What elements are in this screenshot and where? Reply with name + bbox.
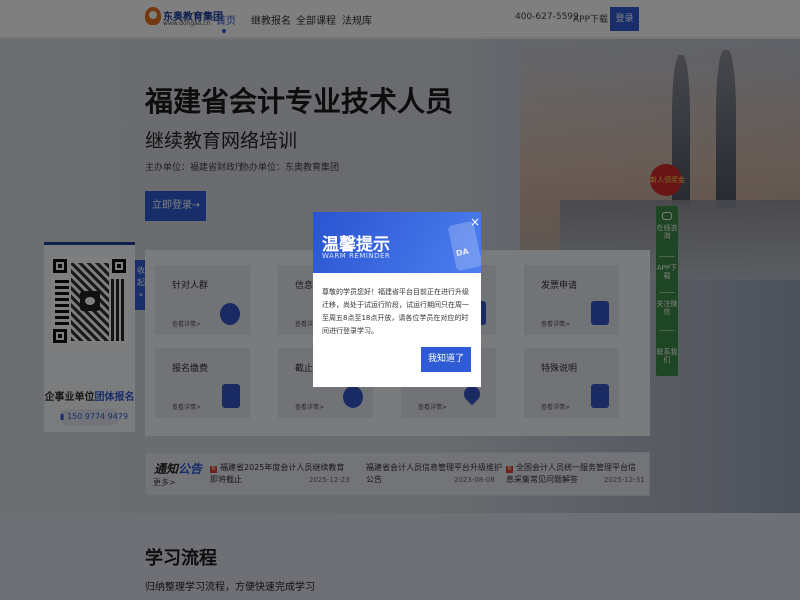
- dialog-header: 温馨提示 WARM REMINDER DA: [313, 212, 481, 273]
- dialog-message: 尊敬的学员您好！福建省平台目前正在进行升级迁移，尚处于试运行阶段，试运行期间只在…: [322, 288, 469, 335]
- dialog-title-en: WARM REMINDER: [322, 252, 391, 260]
- dialog-confirm-button[interactable]: 我知道了: [421, 347, 471, 372]
- close-icon[interactable]: ×: [469, 215, 481, 229]
